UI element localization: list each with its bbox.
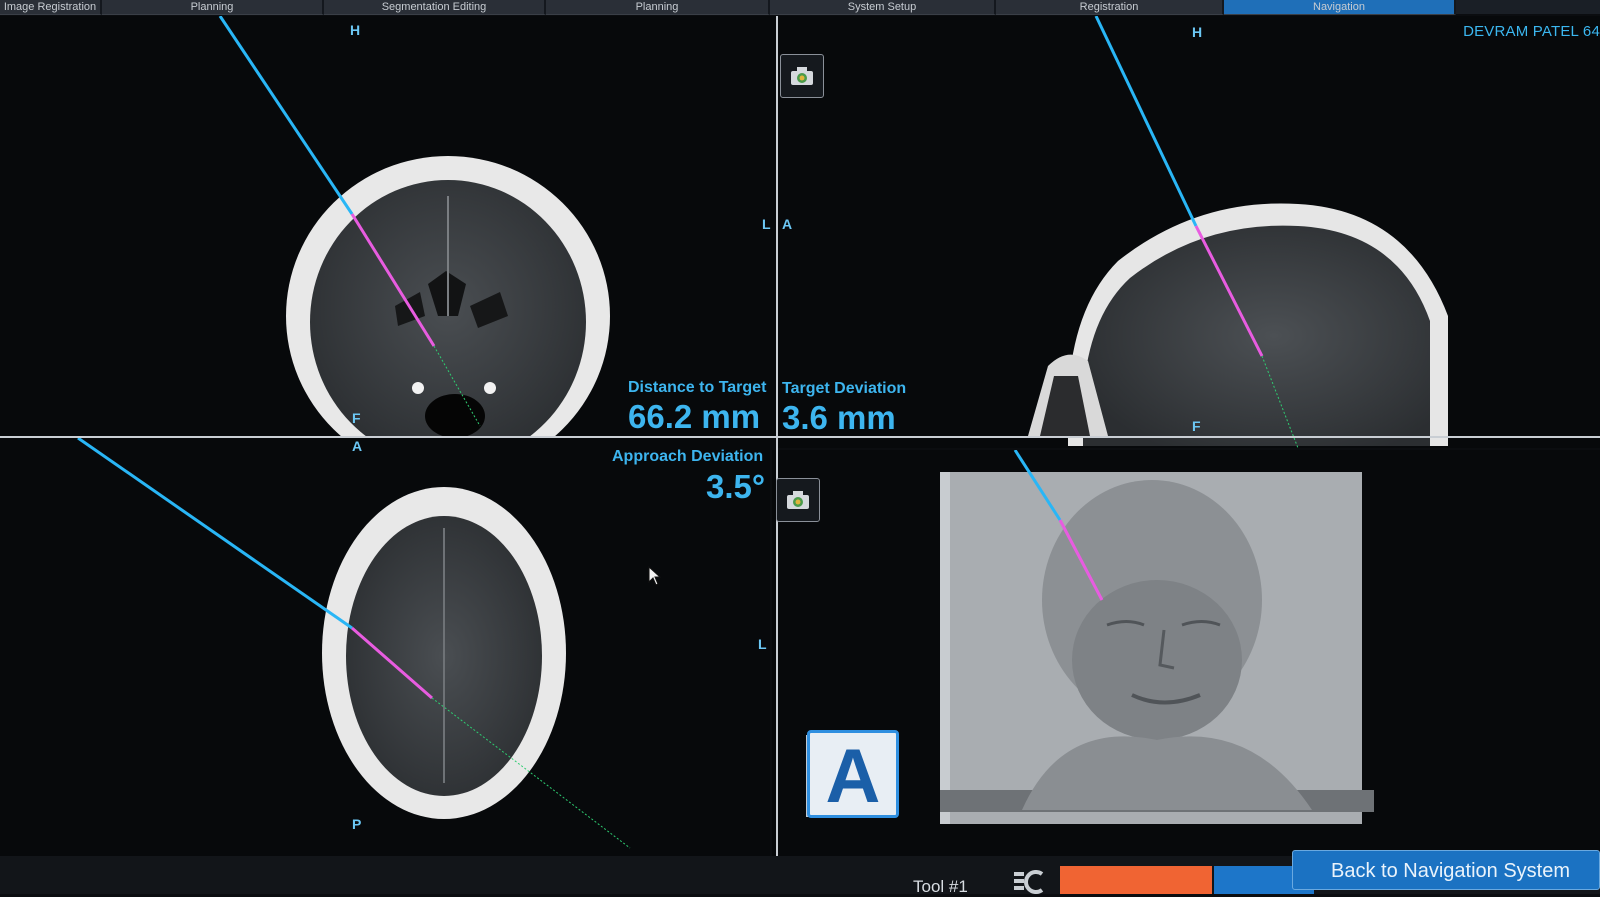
back-to-navigation-button[interactable]: Back to Navigation System: [1292, 850, 1600, 890]
target-deviation-value: 3.6 mm: [782, 399, 896, 436]
screenshot-button[interactable]: [776, 478, 820, 522]
trajectory-line: [218, 16, 354, 215]
approach-deviation-label: Approach Deviation: [612, 448, 764, 465]
tab-planning-2[interactable]: Planning: [546, 0, 770, 15]
target-deviation-label: Target Deviation: [782, 380, 907, 397]
tab-registration[interactable]: Registration: [996, 0, 1224, 15]
horizontal-divider: [0, 436, 1600, 438]
camera-icon: [787, 491, 809, 509]
orientation-label-bottom: F: [352, 410, 361, 426]
orientation-label-top: H: [1192, 24, 1203, 40]
coronal-view[interactable]: H F L Distance to Target 66.2 mm: [0, 16, 776, 436]
distance-to-target-label: Distance to Target: [628, 379, 767, 396]
orientation-label-bottom: F: [1192, 418, 1201, 434]
tab-image-registration[interactable]: Image Registration: [0, 0, 102, 15]
orientation-label-top: A: [352, 438, 363, 454]
tab-navigation[interactable]: Navigation: [1224, 0, 1456, 15]
approach-deviation-value: 3.5°: [706, 468, 766, 505]
record-button[interactable]: [1060, 866, 1212, 894]
tool-label: Tool #1: [913, 877, 968, 896]
orientation-cube-icon[interactable]: A: [807, 730, 899, 819]
mouse-cursor-icon: [648, 566, 662, 586]
orientation-label-right: L: [758, 636, 767, 652]
orientation-label-bottom: P: [352, 816, 362, 832]
orientation-label-top: H: [350, 22, 361, 38]
tab-system-setup[interactable]: System Setup: [770, 0, 996, 15]
tab-segmentation[interactable]: Segmentation Editing: [324, 0, 546, 15]
axial-view[interactable]: A P L Approach Deviation 3.5°: [0, 438, 770, 856]
orientation-label-left: A: [782, 216, 793, 232]
patient-name: DEVRAM PATEL 64: [1463, 23, 1600, 40]
tool-icon: [1014, 870, 1044, 894]
distance-to-target-value: 66.2 mm: [628, 398, 761, 435]
trajectory-line: [1094, 16, 1198, 227]
vertical-divider: [776, 16, 778, 856]
coronal-ct-image: [218, 16, 610, 436]
orientation-label-right: L: [762, 216, 771, 232]
tab-planning[interactable]: Planning: [102, 0, 324, 15]
screenshot-button[interactable]: [780, 54, 824, 98]
axial-ct-image: [77, 438, 631, 849]
camera-icon: [791, 67, 813, 85]
sagittal-view[interactable]: H F A Target Deviation 3.6 mm: [778, 16, 1600, 448]
trajectory-line: [77, 438, 353, 630]
top-tab-bar: Image Registration Planning Segmentation…: [0, 0, 1600, 15]
